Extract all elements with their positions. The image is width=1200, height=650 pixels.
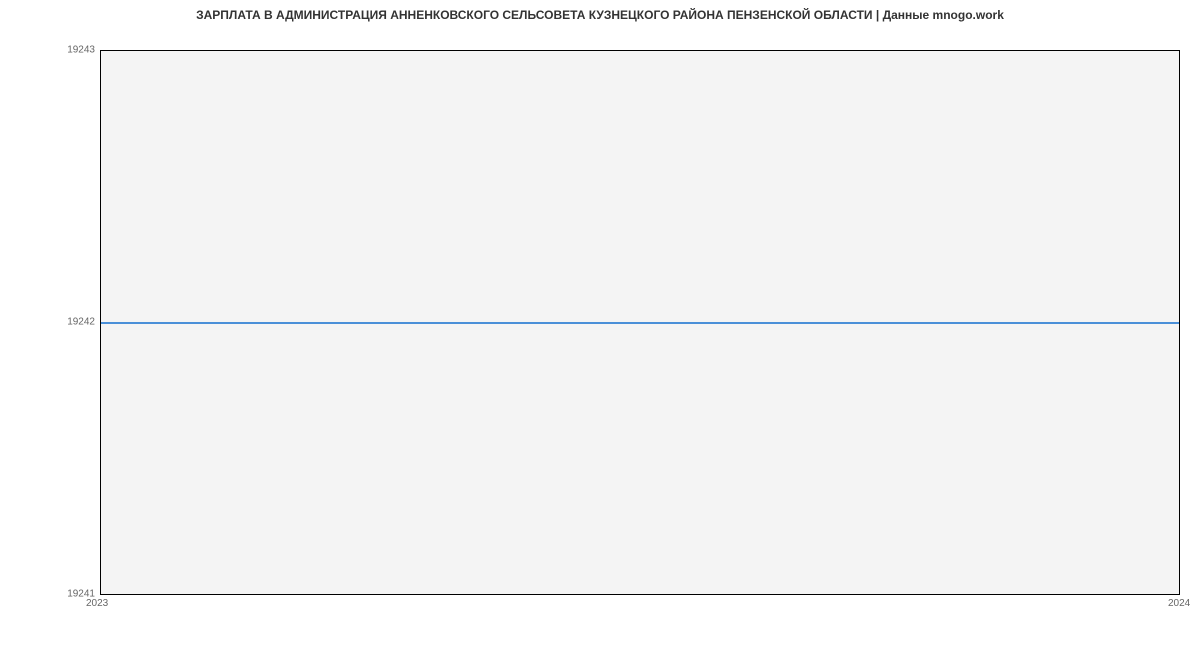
chart-title: ЗАРПЛАТА В АДМИНИСТРАЦИЯ АННЕНКОВСКОГО С…	[0, 8, 1200, 22]
y-axis-tick-label: 19243	[67, 45, 95, 56]
x-axis-tick-label: 2023	[86, 598, 108, 609]
x-axis-tick-label: 2024	[1168, 598, 1190, 609]
chart-plot-area	[100, 50, 1180, 595]
y-axis-tick-label: 19242	[67, 317, 95, 328]
data-series-line	[101, 322, 1179, 324]
